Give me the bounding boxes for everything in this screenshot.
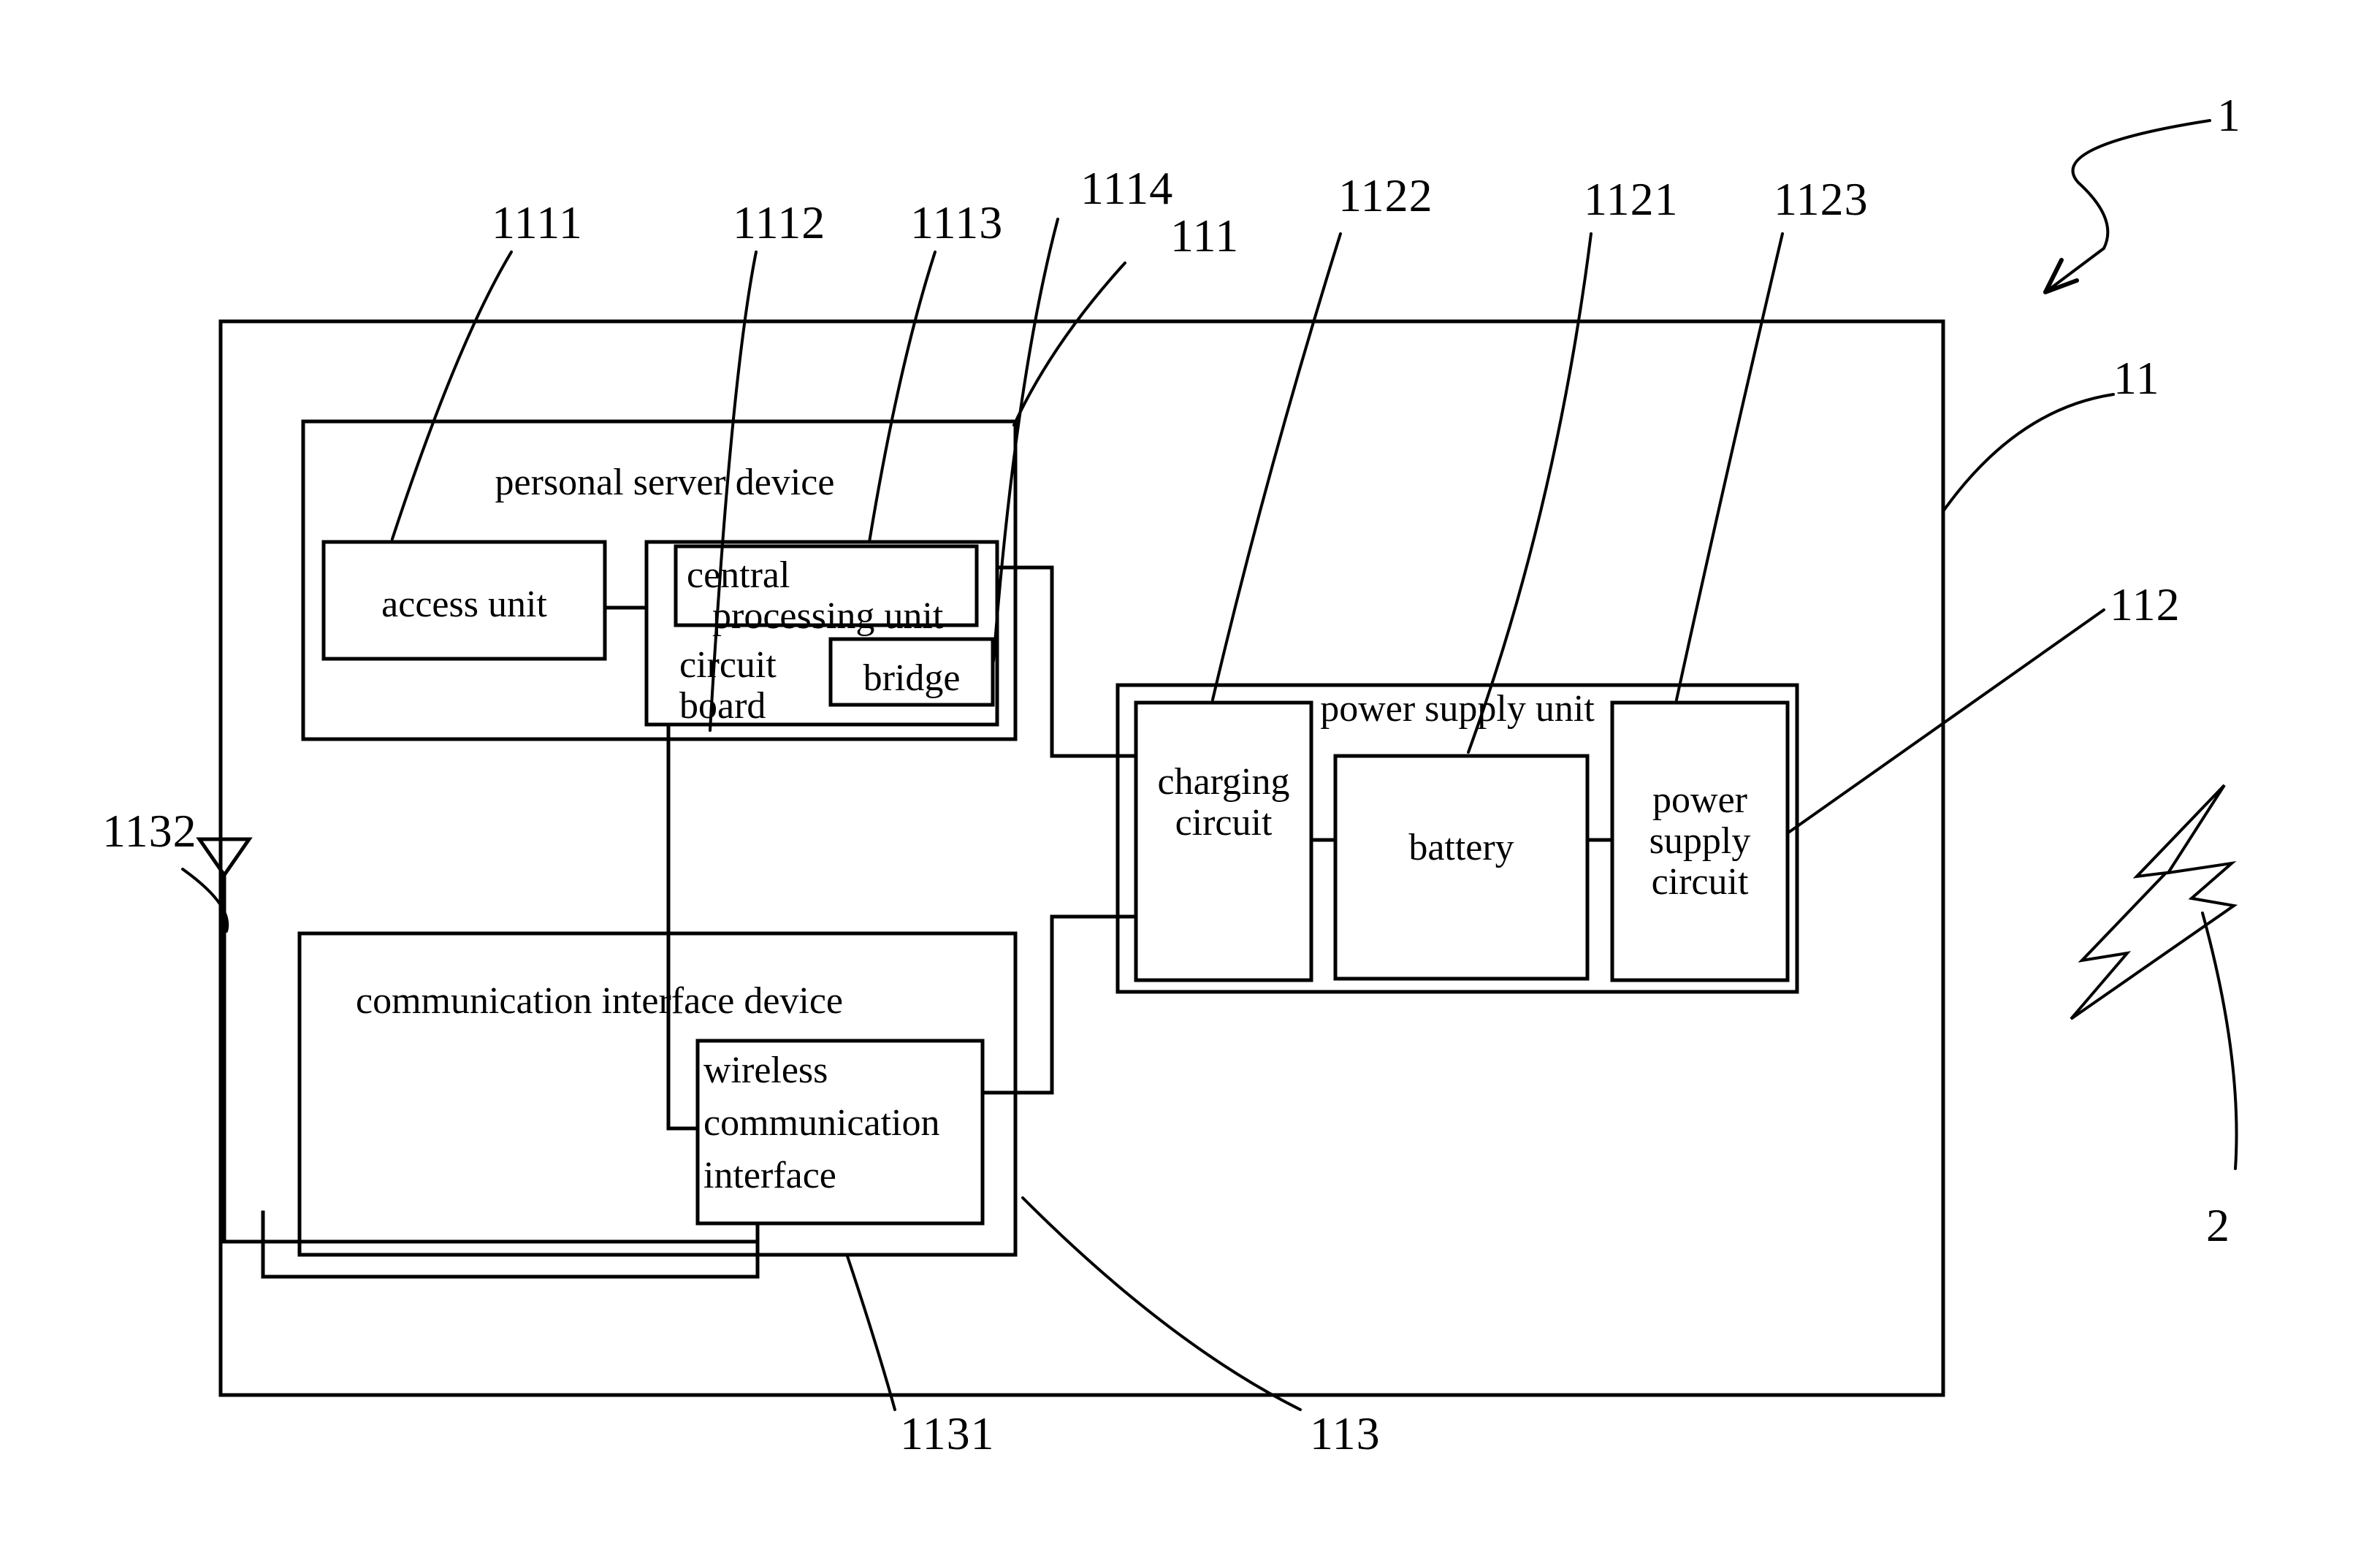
patent-diagram-artboard: 1111 1112 1113 1114 111 1122 1121 1123 1… — [0, 0, 2380, 1563]
circuit-board-label-line2: board — [679, 685, 766, 727]
reference-numeral-1111: 1111 — [492, 196, 583, 248]
antenna-icon — [196, 837, 253, 879]
leader-1122 — [1211, 232, 1342, 701]
charging-circuit-label-line2: circuit — [1175, 802, 1273, 844]
reference-numeral-1122: 1122 — [1338, 169, 1433, 221]
power-supply-unit-label: power supply unit — [1320, 688, 1595, 730]
lightning-bolt-icon — [2070, 784, 2238, 1020]
reference-numeral-1131: 1131 — [900, 1407, 995, 1459]
connector-comm-device-return-loop — [261, 1210, 760, 1279]
figure-canvas: 1111 1112 1113 1114 111 1122 1121 1123 1… — [0, 0, 2380, 1563]
leader-11 — [1942, 393, 2115, 513]
wireless-communication-interface-label-line1: wireless — [703, 1050, 828, 1091]
leader-2 — [2201, 912, 2238, 1170]
wireless-communication-interface-label-line3: interface — [703, 1155, 836, 1196]
communication-interface-device-label: communication interface device — [356, 980, 844, 1022]
reference-numeral-1114: 1114 — [1080, 162, 1174, 214]
leader-1114 — [992, 218, 1059, 662]
bridge-label: bridge — [863, 657, 961, 699]
leader-1-arrowhead — [2043, 258, 2079, 294]
leader-1-scurve — [2044, 119, 2211, 294]
central-processing-unit-label-line1: central — [687, 554, 790, 596]
power-supply-circuit-label-line1: power — [1652, 779, 1747, 821]
central-processing-unit-label-line2: processing unit — [712, 595, 944, 637]
reference-numeral-2: 2 — [2206, 1199, 2230, 1251]
leader-1131 — [846, 1255, 896, 1411]
power-supply-circuit-label-line2: supply — [1649, 820, 1751, 862]
reference-numeral-1113: 1113 — [910, 196, 1004, 248]
reference-numeral-1132: 1132 — [102, 805, 197, 857]
leader-1121 — [1467, 232, 1593, 754]
connector-wireless-interface-to-charging-circuit — [980, 914, 1138, 1095]
personal-server-device-label: personal server device — [495, 462, 835, 503]
connector-circuit-board-to-wireless-interface — [666, 722, 700, 1131]
leader-1123 — [1675, 232, 1784, 701]
reference-numeral-112: 112 — [2110, 578, 2181, 630]
leader-113 — [1021, 1196, 1302, 1411]
reference-numeral-1123: 1123 — [1774, 173, 1869, 225]
reference-numeral-1112: 1112 — [733, 196, 826, 248]
connector-circuit-board-to-charging-circuit — [995, 565, 1138, 758]
battery-label: battery — [1408, 827, 1514, 868]
circuit-board-label-line1: circuit — [679, 644, 777, 686]
wireless-communication-interface-label-line2: communication — [703, 1102, 940, 1144]
reference-numeral-11: 11 — [2113, 352, 2160, 404]
power-supply-circuit-label-line3: circuit — [1651, 861, 1749, 903]
reference-numeral-1121: 1121 — [1584, 173, 1679, 225]
connector-antenna-to-wireless-interface — [222, 1221, 760, 1244]
access-unit-label: access unit — [381, 584, 547, 625]
reference-numeral-111: 111 — [1170, 210, 1240, 261]
leader-112 — [1787, 608, 2105, 834]
charging-circuit-label-line1: charging — [1157, 761, 1290, 803]
reference-numeral-113: 113 — [1310, 1407, 1381, 1459]
reference-numeral-1: 1 — [2217, 89, 2241, 141]
